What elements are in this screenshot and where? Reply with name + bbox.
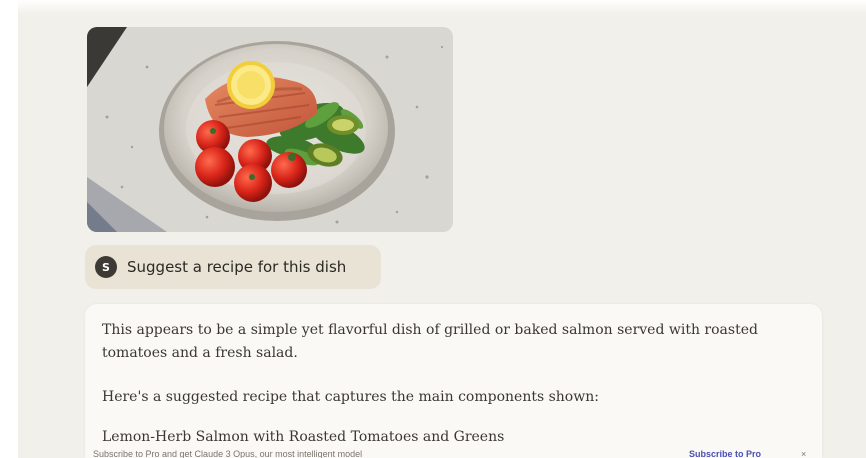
- response-recipe-title: Lemon-Herb Salmon with Roasted Tomatoes …: [102, 429, 505, 445]
- close-icon[interactable]: ×: [801, 450, 806, 458]
- subscribe-to-pro-link[interactable]: Subscribe to Pro: [689, 450, 761, 458]
- response-paragraph-intro: This appears to be a simple yet flavorfu…: [102, 322, 758, 361]
- user-prompt-bubble: S Suggest a recipe for this dish: [85, 245, 381, 289]
- uploaded-dish-photo[interactable]: [87, 27, 453, 232]
- response-paragraph-lead: Here's a suggested recipe that captures …: [102, 389, 599, 405]
- user-prompt-text: Suggest a recipe for this dish: [127, 258, 347, 276]
- assistant-response-card: This appears to be a simple yet flavorfu…: [85, 304, 822, 458]
- user-avatar[interactable]: S: [95, 256, 117, 278]
- subscribe-banner: Subscribe to Pro and get Claude 3 Opus, …: [85, 450, 822, 458]
- chat-canvas: S Suggest a recipe for this dish This ap…: [18, 0, 866, 458]
- top-fade: [18, 0, 866, 14]
- subscribe-banner-text: Subscribe to Pro and get Claude 3 Opus, …: [93, 450, 363, 458]
- dish-photo-graphic: [87, 27, 453, 232]
